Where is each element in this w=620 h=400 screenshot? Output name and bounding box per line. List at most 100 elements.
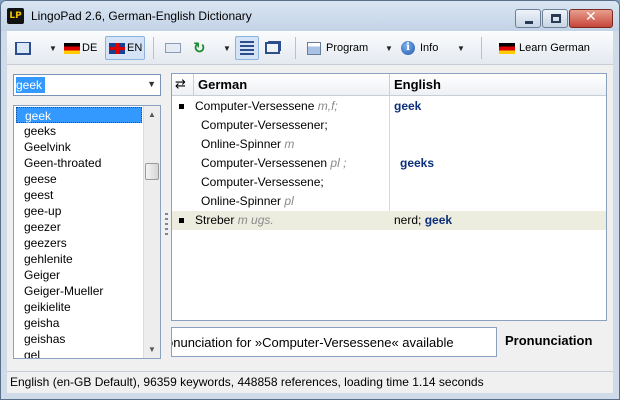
list-item[interactable]: gee-up	[16, 203, 142, 219]
keyboard-button[interactable]	[165, 36, 185, 60]
app-logo-icon[interactable]: LP	[7, 8, 24, 24]
german-flag-icon	[64, 42, 80, 54]
client-area: ▼ DE EN ↻ ▼ Program ▼ i Info ▼ Learn Germ…	[7, 31, 613, 371]
word-list[interactable]: geek geeks Geelvink Geen-throated geese …	[13, 105, 161, 359]
lang-en-label: EN	[127, 42, 143, 54]
dropdown-arrow-icon: ▼	[49, 43, 57, 53]
window-title: LingoPad 2.6, German-English Dictionary	[31, 9, 252, 23]
maximize-icon	[551, 14, 561, 23]
close-button[interactable]: ✕	[569, 9, 613, 28]
list-item[interactable]: geest	[16, 187, 142, 203]
word-list-scrollbar[interactable]: ▲ ▼	[143, 106, 160, 358]
refresh-dropdown-button[interactable]: ▼	[223, 36, 233, 60]
list-item[interactable]: geezer	[16, 219, 142, 235]
lang-en-button[interactable]: EN	[105, 36, 145, 60]
list-item[interactable]: geikielite	[16, 299, 142, 315]
dictionary-dropdown-button[interactable]: ▼	[49, 36, 59, 60]
list-item[interactable]: geezers	[16, 235, 142, 251]
scroll-thumb[interactable]	[145, 163, 159, 180]
dropdown-arrow-icon: ▼	[223, 43, 231, 53]
list-item[interactable]: geisha	[16, 315, 142, 331]
table-row[interactable]: Computer-Versessenen pl ; geeks	[172, 154, 606, 173]
entry-bullet-icon	[179, 104, 184, 109]
german-term: Online-Spinner m	[201, 137, 295, 151]
dropdown-arrow-icon: ▼	[457, 43, 465, 53]
program-label: Program	[326, 42, 369, 54]
info-dropdown-button[interactable]: ▼	[457, 36, 467, 60]
pronunciation-button[interactable]: Pronunciation	[505, 333, 592, 348]
minimize-icon	[525, 21, 533, 24]
german-term: Computer-Versessene;	[201, 175, 324, 189]
list-view-button[interactable]	[235, 36, 259, 60]
refresh-icon: ↻	[193, 39, 206, 57]
toolbar-separator	[481, 37, 482, 59]
english-term-bold: geeks	[400, 156, 435, 170]
close-icon: ✕	[585, 9, 597, 25]
german-term: Computer-Versessenen pl ;	[201, 156, 347, 170]
learn-german-button[interactable]: Learn German	[499, 36, 593, 60]
list-item[interactable]: Geen-throated	[16, 155, 142, 171]
title-bar[interactable]: LP LingoPad 2.6, German-English Dictiona…	[1, 1, 619, 31]
app-window: LP LingoPad 2.6, German-English Dictiona…	[0, 0, 620, 400]
english-term: geek	[394, 97, 421, 116]
toolbar-separator	[295, 37, 296, 59]
lang-de-label: DE	[82, 42, 98, 54]
table-row[interactable]: Online-Spinner m	[172, 135, 606, 154]
german-term: Online-Spinner pl	[201, 194, 294, 208]
info-label: Info	[420, 42, 439, 54]
list-item[interactable]: geishas	[16, 331, 142, 347]
list-item[interactable]: geese	[16, 171, 142, 187]
table-row[interactable]: Computer-Versessene m,f; geek	[172, 97, 606, 116]
search-dropdown-icon[interactable]: ▼	[147, 79, 156, 89]
scroll-up-icon[interactable]: ▲	[144, 106, 160, 123]
learn-german-label: Learn German	[519, 42, 590, 54]
grammar-note: m	[284, 137, 295, 151]
search-input[interactable]	[16, 77, 138, 93]
list-item[interactable]: Geiger	[16, 267, 142, 283]
lines-icon	[240, 41, 254, 55]
lang-de-button[interactable]: DE	[64, 36, 102, 60]
pronunciation-info-text: onunciation for »Computer-Versessene« av…	[171, 335, 454, 350]
grammar-note: pl ;	[330, 156, 347, 170]
grammar-note: m,f;	[317, 99, 338, 113]
scroll-down-icon[interactable]: ▼	[144, 341, 160, 358]
list-item[interactable]: Geelvink	[16, 139, 142, 155]
keyboard-icon	[165, 43, 181, 53]
program-dropdown-button[interactable]: ▼	[385, 36, 395, 60]
refresh-button[interactable]: ↻	[193, 36, 213, 60]
english-flag-icon	[109, 42, 125, 54]
list-item[interactable]: geeks	[16, 123, 142, 139]
table-row[interactable]: Computer-Versessener;	[172, 116, 606, 135]
minimize-button[interactable]	[515, 9, 541, 28]
swap-languages-button[interactable]: ⇄	[172, 74, 194, 96]
pronunciation-info-field: onunciation for »Computer-Versessene« av…	[171, 327, 497, 357]
english-term-bold: geek	[394, 99, 422, 113]
window-mode-button[interactable]	[265, 36, 287, 60]
program-menu-button[interactable]: Program	[307, 36, 377, 60]
german-term: Computer-Versessene m,f;	[195, 99, 338, 113]
windows-icon	[265, 42, 280, 54]
grammar-note: m ugs.	[237, 213, 274, 227]
table-row[interactable]: Computer-Versessene;	[172, 173, 606, 192]
list-item[interactable]: gehlenite	[16, 251, 142, 267]
table-row[interactable]: Online-Spinner pl	[172, 192, 606, 211]
toolbar: ▼ DE EN ↻ ▼ Program ▼ i Info ▼ Learn Germ…	[7, 31, 613, 65]
search-combobox[interactable]: ▼	[13, 74, 161, 96]
english-term-bold: geek	[424, 213, 453, 227]
info-menu-button[interactable]: i Info	[401, 36, 451, 60]
entry-bullet-icon	[179, 218, 184, 223]
list-item[interactable]: Geiger-Mueller	[16, 283, 142, 299]
table-row[interactable]: Streber m ugs. nerd; geek	[172, 211, 606, 230]
list-item[interactable]: gel	[16, 347, 142, 358]
german-term: Streber m ugs.	[195, 213, 274, 227]
toolbar-separator	[153, 37, 154, 59]
column-header-english[interactable]: English	[390, 74, 606, 96]
maximize-button[interactable]	[542, 9, 568, 28]
dictionary-book-button[interactable]	[15, 36, 39, 60]
column-header-german[interactable]: German	[194, 74, 390, 96]
results-table: ⇄ German English Computer-Versessene m,f…	[171, 73, 607, 321]
status-bar: English (en-GB Default), 96359 keywords,…	[7, 371, 613, 393]
list-item[interactable]: geek	[16, 107, 142, 123]
book-icon	[15, 41, 31, 55]
panel-splitter[interactable]	[165, 213, 168, 235]
